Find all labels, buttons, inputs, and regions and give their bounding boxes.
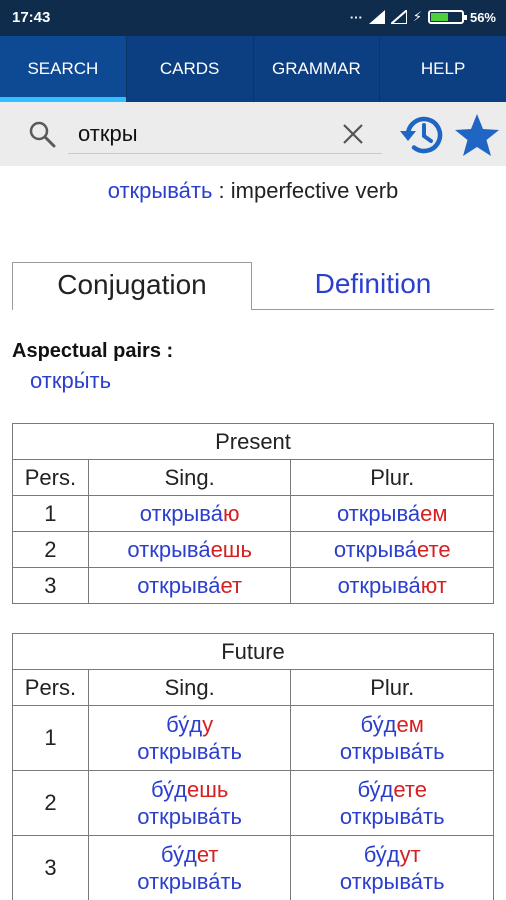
auxiliary-stem: бу́д <box>166 711 203 737</box>
infinitive: открыва́ть <box>339 739 445 764</box>
auxiliary-stem: бу́д <box>357 776 394 802</box>
header-sing: Sing. <box>87 669 292 706</box>
singular-form: бу́дет открыва́ть <box>87 835 292 900</box>
table-row: 3 бу́дет открыва́ть бу́дут открыва́ть <box>12 835 494 900</box>
tab-grammar[interactable]: GRAMMAR <box>254 36 381 102</box>
search-icon <box>29 121 56 148</box>
history-icon[interactable] <box>398 113 446 157</box>
auxiliary-stem: бу́д <box>360 711 397 737</box>
ending: ю <box>222 500 240 526</box>
present-title: Present <box>12 423 494 460</box>
stem: открыва́ <box>137 572 221 598</box>
ending: ем <box>420 500 448 526</box>
infinitive: открыва́ть <box>137 739 243 764</box>
stem: открыва́ <box>333 536 418 562</box>
future-title: Future <box>12 633 494 670</box>
signal-dots-icon: ··· <box>349 9 363 25</box>
plural-form: бу́дете открыва́ть <box>290 770 494 836</box>
ending: ет <box>220 572 243 598</box>
tab-definition[interactable]: Definition <box>252 262 494 310</box>
header-pers: Pers. <box>12 459 89 496</box>
plural-form: открыва́ем <box>290 495 494 532</box>
word-lemma[interactable]: открыва́ть <box>108 178 213 203</box>
battery-icon <box>427 10 467 24</box>
table-row: 1 открыва́ю открыва́ем <box>12 495 494 532</box>
header-sing: Sing. <box>87 459 292 496</box>
favorite-star-icon[interactable] <box>454 113 500 157</box>
future-tense-table: Future Pers. Sing. Plur. 1 бу́ду открыва́… <box>12 633 494 900</box>
plural-form: бу́дут открыва́ть <box>290 835 494 900</box>
ending: ют <box>420 572 447 598</box>
search-bar <box>0 102 506 166</box>
tab-search[interactable]: SEARCH <box>0 36 127 102</box>
auxiliary-stem: бу́д <box>160 841 197 867</box>
word-part-of-speech: imperfective verb <box>230 178 399 203</box>
aspectual-pairs-label: Aspectual pairs : <box>12 340 174 362</box>
status-bar: 17:43 ··· ⚡ 56% <box>0 0 506 36</box>
word-separator: : <box>218 178 225 203</box>
battery-fill <box>430 13 448 21</box>
tab-cards[interactable]: CARDS <box>127 36 254 102</box>
singular-form: бу́ду открыва́ть <box>87 705 292 771</box>
plural-form: открыва́ете <box>290 531 494 568</box>
table-row: 1 бу́ду открыва́ть бу́дем открыва́ть <box>12 705 494 771</box>
search-input[interactable] <box>68 114 382 154</box>
status-icons: ··· ⚡ 56% <box>350 9 496 25</box>
tab-help[interactable]: HELP <box>380 36 506 102</box>
battery-percent: 56% <box>469 9 496 25</box>
header-plur: Plur. <box>290 459 494 496</box>
auxiliary-stem: бу́д <box>151 776 187 802</box>
ending: ем <box>396 711 424 737</box>
ending: у <box>202 711 214 737</box>
person-number: 2 <box>12 770 89 836</box>
header-pers: Pers. <box>12 669 89 706</box>
ending: ешь <box>210 536 252 562</box>
tab-conjugation[interactable]: Conjugation <box>12 262 252 310</box>
signal-icon <box>368 10 385 24</box>
auxiliary-stem: бу́д <box>363 841 400 867</box>
word-header: открыва́ть : imperfective verb <box>0 178 506 204</box>
wifi-icon <box>390 10 407 24</box>
plural-form: бу́дем открыва́ть <box>290 705 494 771</box>
table-row: 2 бу́дешь открыва́ть бу́дете открыва́ть <box>12 770 494 836</box>
singular-form: открыва́ешь <box>87 531 292 568</box>
person-number: 3 <box>12 567 89 604</box>
ending: ешь <box>186 776 229 802</box>
header-plur: Plur. <box>290 669 494 706</box>
singular-form: открыва́ю <box>87 495 292 532</box>
singular-form: открыва́ет <box>87 567 292 604</box>
stem: открыва́ <box>336 500 421 526</box>
infinitive: открыва́ть <box>137 869 243 894</box>
stem: открыва́ <box>337 572 421 598</box>
ending: ете <box>417 536 451 562</box>
ending: ут <box>399 841 421 867</box>
present-tense-table: Present Pers. Sing. Plur. 1 открыва́ю от… <box>12 423 494 604</box>
person-number: 1 <box>12 705 89 771</box>
table-row: 2 открыва́ешь открыва́ете <box>12 531 494 568</box>
infinitive: открыва́ть <box>339 869 445 894</box>
person-number: 1 <box>12 495 89 532</box>
infinitive: открыва́ть <box>137 804 243 829</box>
infinitive: открыва́ть <box>339 804 445 829</box>
singular-form: бу́дешь открыва́ть <box>87 770 292 836</box>
clear-icon[interactable] <box>340 121 366 147</box>
table-row: 3 открыва́ет открыва́ют <box>12 567 494 604</box>
main-tab-bar: SEARCH CARDS GRAMMAR HELP <box>0 36 506 102</box>
charging-icon: ⚡ <box>412 9 422 24</box>
content-tabs: Conjugation Definition <box>12 262 494 310</box>
person-number: 3 <box>12 835 89 900</box>
plural-form: открыва́ют <box>290 567 494 604</box>
person-number: 2 <box>12 531 89 568</box>
aspectual-pair-link[interactable]: откры́ть <box>30 368 111 394</box>
stem: открыва́ <box>139 500 223 526</box>
stem: открыва́ <box>127 536 211 562</box>
ending: ет <box>196 841 219 867</box>
ending: ете <box>393 776 427 802</box>
status-time: 17:43 <box>12 9 51 26</box>
